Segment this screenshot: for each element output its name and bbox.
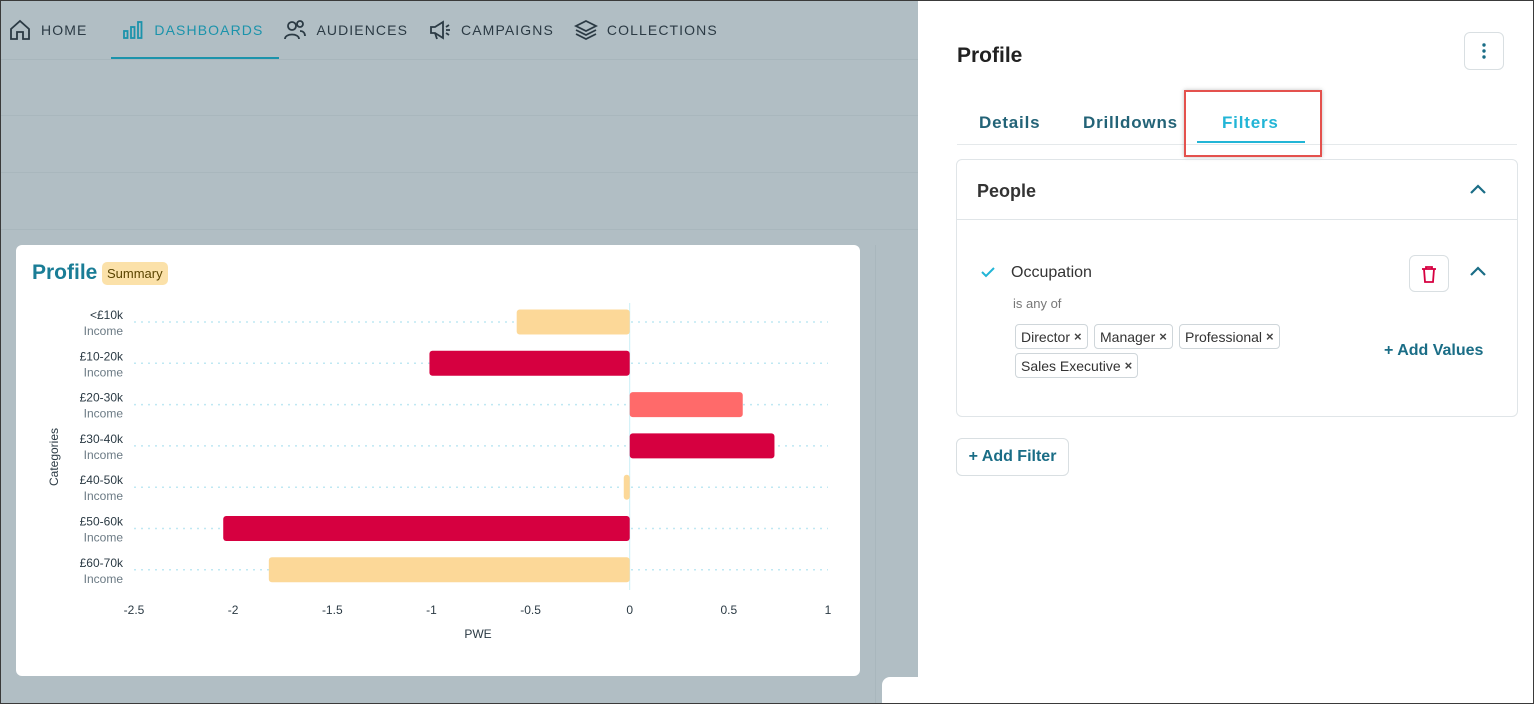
layers-icon — [573, 19, 598, 40]
add-values-button[interactable]: + Add Values — [1384, 342, 1483, 360]
profile-chart-card[interactable]: Profile Summary <£10k Income £10-20k Income… — [16, 245, 860, 676]
nav-campaigns[interactable]: CAMPAIGNS — [426, 0, 570, 59]
home-icon — [10, 19, 30, 40]
more-options-button[interactable] — [1464, 32, 1504, 70]
canvas-gridline — [0, 115, 918, 116]
bar — [629, 433, 775, 459]
chevron-up-icon[interactable] — [1467, 261, 1489, 283]
x-axis-label: PWE — [464, 627, 491, 641]
partial-card-corner — [882, 677, 922, 704]
remove-chip-icon[interactable]: × — [1159, 329, 1167, 348]
profile-side-panel: Profile Details Drilldowns Filters Peopl… — [918, 0, 1534, 704]
y-tick-label: £60-70k — [80, 556, 124, 570]
y-tick-label: <£10k — [90, 308, 124, 322]
y-tick-sublabel: Income — [84, 572, 124, 586]
bar-chart-icon — [123, 20, 143, 39]
x-tick-label: 0 — [626, 603, 633, 617]
filter-operator: is any of — [1013, 296, 1062, 311]
filter-value-chip[interactable]: Professional × — [1179, 324, 1280, 349]
y-tick-sublabel: Income — [84, 365, 124, 379]
bar — [623, 474, 630, 500]
section-title: People — [977, 181, 1037, 201]
kebab-menu-icon — [1482, 43, 1486, 59]
x-tick-label: -2 — [228, 603, 239, 617]
add-filter-button[interactable]: + Add Filter — [956, 438, 1069, 476]
chip-label: Professional — [1185, 329, 1263, 345]
y-tick-sublabel: Income — [84, 407, 124, 421]
filter-value-chip[interactable]: Sales Executive × — [1015, 353, 1139, 378]
x-tick-label: 1 — [825, 603, 832, 617]
x-tick-label: -1.5 — [322, 603, 343, 617]
nav-dashboards[interactable]: DASHBOARDS — [111, 0, 280, 59]
filter-value-chip[interactable]: Manager × — [1094, 324, 1173, 349]
filter-label: Occupation — [1011, 264, 1092, 281]
nav-collections-label: COLLECTIONS — [606, 21, 718, 38]
y-axis-label: Categories — [47, 428, 61, 486]
remove-chip-icon[interactable]: × — [1074, 329, 1082, 348]
x-tick-label: -1 — [426, 603, 437, 617]
nav-dashboards-label: DASHBOARDS — [154, 21, 264, 38]
megaphone-icon — [430, 19, 451, 40]
income-bar-chart: <£10k Income £10-20k Income £20-30k Income £30… — [47, 303, 832, 641]
chip-label: Director — [1021, 329, 1071, 345]
y-tick-sublabel: Income — [84, 448, 124, 462]
top-nav: HOME DASHBOARDS AUDIENCES CAMPAIGNS COLL… — [0, 0, 918, 60]
filter-value-chip[interactable]: Director × — [1015, 324, 1088, 349]
x-tick-label: 0.5 — [721, 603, 738, 617]
bar — [268, 557, 630, 583]
nav-audiences[interactable]: AUDIENCES — [281, 0, 424, 59]
chip-label: Sales Executive — [1021, 358, 1121, 374]
y-tick-label: £40-50k — [80, 473, 124, 487]
y-tick-sublabel: Income — [84, 324, 124, 338]
nav-audiences-label: AUDIENCES — [316, 21, 409, 38]
remove-chip-icon[interactable]: × — [1125, 358, 1133, 377]
nav-home-label: HOME — [41, 21, 88, 38]
y-tick-sublabel: Income — [84, 489, 124, 503]
x-tick-label: -2.5 — [124, 603, 145, 617]
people-icon — [284, 19, 307, 39]
bar — [429, 350, 630, 376]
tab-details[interactable]: Details — [979, 113, 1040, 133]
y-tick-label: £10-20k — [80, 349, 124, 363]
y-tick-label: £50-60k — [80, 515, 124, 529]
y-tick-label: £20-30k — [80, 391, 124, 405]
trash-icon — [1422, 265, 1436, 283]
y-tick-label: £30-40k — [80, 432, 124, 446]
bar — [516, 309, 630, 335]
nav-home[interactable]: HOME — [6, 0, 103, 59]
chevron-up-icon[interactable] — [1467, 179, 1489, 201]
bar — [223, 516, 630, 541]
canvas-gridline — [0, 229, 918, 230]
panel-title: Profile — [957, 44, 1023, 67]
x-tick-label: -0.5 — [520, 603, 541, 617]
delete-filter-button[interactable] — [1409, 255, 1449, 292]
canvas-gridline — [0, 172, 918, 173]
chip-label: Manager — [1100, 329, 1156, 345]
nav-campaigns-label: CAMPAIGNS — [461, 21, 554, 38]
remove-chip-icon[interactable]: × — [1266, 329, 1274, 348]
people-section-header[interactable]: People — [957, 160, 1517, 220]
tab-drilldowns[interactable]: Drilldowns — [1083, 113, 1178, 133]
filters-tab-highlight-box — [1184, 90, 1322, 157]
y-tick-sublabel: Income — [84, 531, 124, 545]
nav-collections[interactable]: COLLECTIONS — [572, 0, 734, 59]
bar — [629, 392, 743, 418]
canvas-gridline — [875, 245, 876, 704]
people-filter-section: People Occupation is any of Director × M… — [956, 159, 1518, 417]
check-icon — [981, 267, 995, 278]
